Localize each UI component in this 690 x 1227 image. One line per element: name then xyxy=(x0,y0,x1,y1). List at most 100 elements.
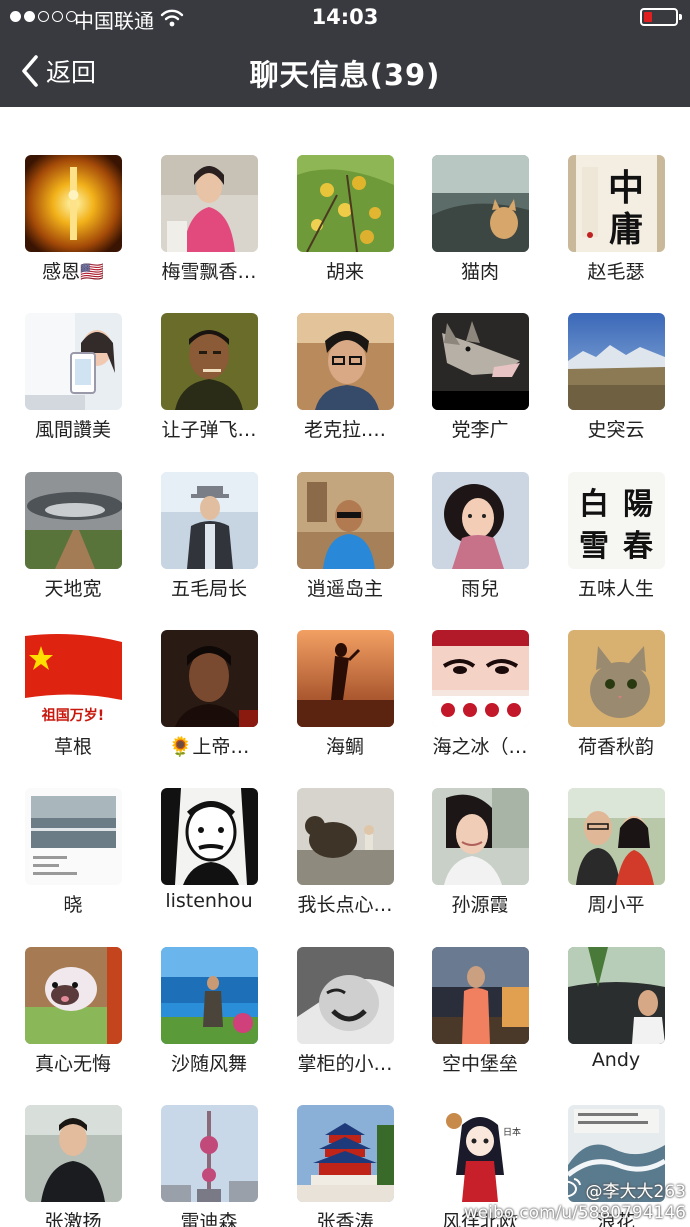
member-name: 雨兒 xyxy=(460,577,499,600)
member-12[interactable]: 五毛局长 xyxy=(141,471,277,622)
member-name: 空中堡垒 xyxy=(441,1052,518,1075)
calligraphy-snow-avatar: 白陽雪春 xyxy=(568,471,665,569)
member-name: 荷香秋韵 xyxy=(577,735,654,758)
member-31[interactable]: 张激扬 xyxy=(5,1104,141,1227)
member-23[interactable]: 我长点心… xyxy=(277,788,413,938)
member-11[interactable]: 天地宽 xyxy=(5,471,141,622)
member-name: 真心无悔 xyxy=(34,1052,111,1075)
svg-text:白: 白 xyxy=(579,487,609,522)
man-glasses-avatar xyxy=(297,313,394,411)
dark-portrait-avatar xyxy=(161,629,258,727)
member-8[interactable]: 老克拉.… xyxy=(277,313,413,463)
temple-avatar xyxy=(297,1104,394,1202)
member-19[interactable]: 海之冰（… xyxy=(412,629,548,780)
top-bar: 中国联通 14:03 返回 聊天信息(39) xyxy=(0,0,690,107)
bw-face-avatar xyxy=(297,946,394,1044)
member-30[interactable]: Andy xyxy=(548,946,684,1097)
member-4[interactable]: 猫肉 xyxy=(412,155,548,305)
member-20[interactable]: 荷香秋韵 xyxy=(548,629,684,780)
member-name: listenhou xyxy=(165,890,253,913)
lake-woman-avatar xyxy=(161,946,258,1044)
man-cigar-avatar xyxy=(161,313,258,411)
watermark-url: weibo.com/u/5880794146 xyxy=(463,1203,686,1223)
member-33[interactable]: 张香涛 xyxy=(277,1104,413,1227)
member-name: 让子弹飞… xyxy=(161,419,257,442)
member-name: 五味人生 xyxy=(577,577,654,600)
member-2[interactable]: 梅雪飘香… xyxy=(141,155,277,305)
wolf-avatar xyxy=(432,313,529,411)
member-name: Andy xyxy=(591,1048,641,1071)
member-17[interactable]: 🌻上帝… xyxy=(141,629,277,780)
man-suit-avatar xyxy=(25,1104,122,1202)
watermark-handle-row: @李大大263 xyxy=(552,1176,686,1203)
svg-text:春: 春 xyxy=(623,529,653,564)
calligraphy-avatar: 中庸 xyxy=(568,155,665,252)
member-21[interactable]: 晓 xyxy=(5,788,141,938)
man-night-avatar xyxy=(432,946,529,1044)
clock: 14:03 xyxy=(311,5,379,29)
member-5[interactable]: 中庸赵毛瑟 xyxy=(548,155,684,305)
member-name: 张激扬 xyxy=(44,1210,102,1227)
member-15[interactable]: 白陽雪春五味人生 xyxy=(548,471,684,622)
member-name: 老克拉.… xyxy=(303,419,387,442)
member-3[interactable]: 胡来 xyxy=(277,155,413,305)
member-27[interactable]: 沙随风舞 xyxy=(141,946,277,1097)
member-name: 赵毛瑟 xyxy=(587,261,645,283)
member-28[interactable]: 掌柜的小… xyxy=(277,946,413,1097)
navigation-bar: 返回 聊天信息(39) xyxy=(0,36,690,107)
woman-portrait-avatar xyxy=(161,155,258,252)
member-25[interactable]: 周小平 xyxy=(548,788,684,938)
battery-tip xyxy=(679,14,682,20)
member-name: 感恩🇺🇸 xyxy=(42,261,104,283)
member-name: 梅雪飘香… xyxy=(161,261,257,283)
member-13[interactable]: 逍遥岛主 xyxy=(277,471,413,622)
member-name: 天地宽 xyxy=(44,577,102,600)
member-18[interactable]: 海鲷 xyxy=(277,629,413,780)
china-flag-avatar: 祖国万岁! xyxy=(25,629,122,727)
svg-text:祖国万岁!: 祖国万岁! xyxy=(41,707,104,724)
member-name: 草根 xyxy=(53,735,92,758)
watermark: @李大大263 weibo.com/u/5880794146 xyxy=(464,1176,686,1223)
member-26[interactable]: 真心无悔 xyxy=(5,946,141,1097)
watermark-handle: @李大大263 xyxy=(585,1182,686,1202)
ferret-avatar xyxy=(25,946,122,1044)
status-bar: 中国联通 14:03 xyxy=(0,0,690,36)
member-name: 猫肉 xyxy=(460,261,499,283)
weibo-logo-icon xyxy=(552,1176,582,1203)
fruit-tree-avatar xyxy=(297,155,394,252)
member-6[interactable]: 風間讚美 xyxy=(5,313,141,463)
member-9[interactable]: 党李广 xyxy=(412,313,548,463)
page-title: 聊天信息(39) xyxy=(249,58,441,92)
member-name: 海鲷 xyxy=(325,735,364,758)
member-name: 史突云 xyxy=(587,419,645,442)
storm-cloud-avatar xyxy=(25,471,122,569)
member-22[interactable]: listenhou xyxy=(141,788,277,938)
mountain-landscape-avatar xyxy=(568,313,665,411)
member-name: 五毛局长 xyxy=(170,577,247,600)
phone-woman-avatar xyxy=(25,313,122,411)
svg-text:庸: 庸 xyxy=(609,210,643,250)
member-grid: 感恩🇺🇸 梅雪飘香… 胡来 猫肉 中庸赵毛瑟風間讚美 让子弹飞… 老克拉.… 党李广 史突云天地… xyxy=(0,107,690,1227)
bear-child-avatar xyxy=(297,788,394,886)
svg-text:中: 中 xyxy=(608,167,644,209)
svg-text:日本: 日本 xyxy=(503,1126,521,1138)
member-1[interactable]: 感恩🇺🇸 xyxy=(5,155,141,305)
member-24[interactable]: 孙源霞 xyxy=(412,788,548,938)
member-16[interactable]: 祖国万岁! 草根 xyxy=(5,629,141,780)
member-14[interactable]: 雨兒 xyxy=(412,471,548,622)
member-name: 🌻上帝… xyxy=(168,735,250,758)
sunset-silhouette-avatar xyxy=(297,629,394,727)
tv-tower-avatar xyxy=(161,1104,258,1202)
svg-text:陽: 陽 xyxy=(623,487,653,522)
member-7[interactable]: 让子弹飞… xyxy=(141,313,277,463)
member-10[interactable]: 史突云 xyxy=(548,313,684,463)
member-name: 张香涛 xyxy=(316,1210,374,1227)
member-name: 沙随风舞 xyxy=(170,1052,247,1075)
member-name: 周小平 xyxy=(587,894,645,917)
member-32[interactable]: 雷迪森 xyxy=(141,1104,277,1227)
member-name: 晓 xyxy=(63,894,83,917)
member-29[interactable]: 空中堡垒 xyxy=(412,946,548,1097)
member-name: 胡来 xyxy=(325,261,364,283)
woodcut-portrait-avatar xyxy=(161,788,258,886)
member-name: 孙源霞 xyxy=(451,894,509,917)
